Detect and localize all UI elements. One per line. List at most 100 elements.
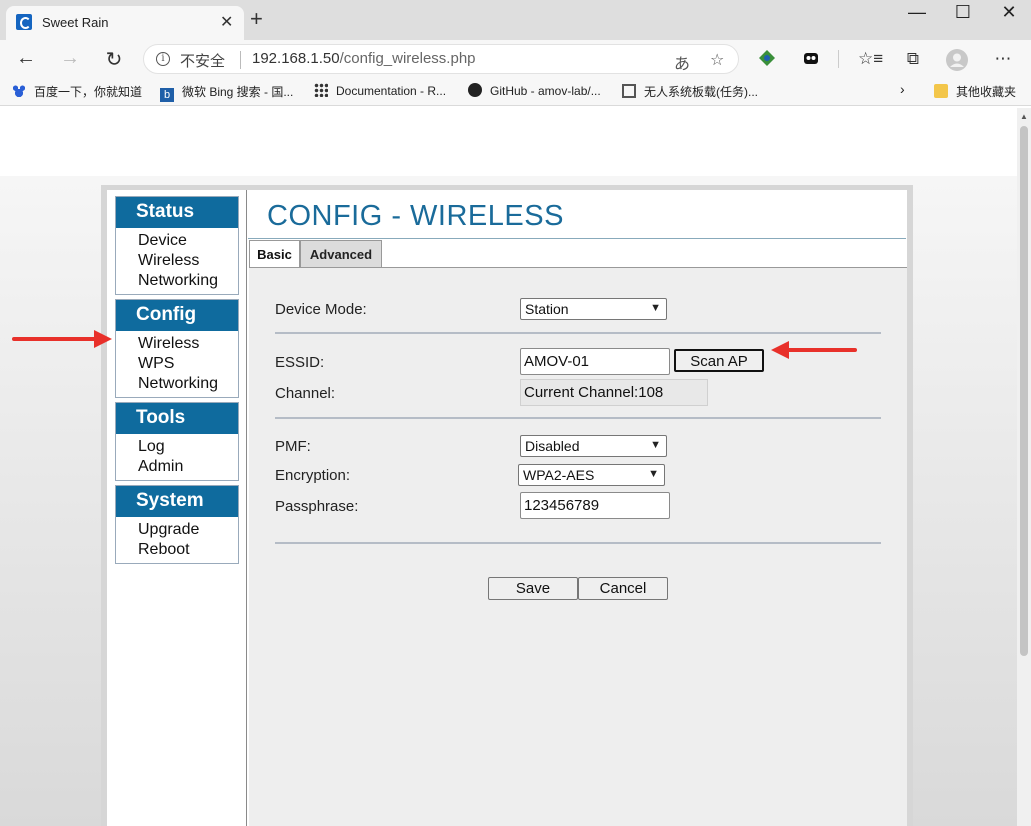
pmf-label: PMF: (275, 438, 311, 455)
essid-label: ESSID: (275, 354, 325, 371)
site-favicon-icon (16, 14, 32, 30)
pmf-value: Disabled (525, 438, 580, 454)
menu-item-reboot[interactable]: Reboot (138, 540, 238, 560)
info-icon[interactable]: i (156, 52, 170, 66)
bookmark-label: 百度一下，你就知道 (34, 85, 143, 99)
tab-title: Sweet Rain (42, 15, 109, 30)
close-window-button[interactable]: ✕ (994, 2, 1024, 23)
menu-item-device[interactable]: Device (138, 231, 238, 251)
encryption-value: WPA2-AES (523, 467, 595, 483)
bookmarks-overflow-chevron-icon[interactable]: › (900, 81, 905, 97)
folder-icon (934, 84, 948, 98)
bookmark-github[interactable]: GitHub - amov-lab/... (468, 83, 601, 98)
menu-item-config-wireless[interactable]: Wireless (138, 334, 238, 354)
device-mode-select[interactable]: Station ▼ (520, 298, 667, 320)
tab-strip: Sweet Rain ✕ + — ☐ ✕ (0, 0, 1031, 40)
channel-label: Channel: (275, 385, 336, 402)
sidebar-divider (246, 190, 247, 826)
url-host: 192.168.1.50 (252, 50, 340, 67)
passphrase-label: Passphrase: (275, 498, 359, 515)
translate-icon[interactable]: あ (674, 50, 690, 74)
refresh-icon[interactable]: ↻ (100, 47, 128, 72)
forward-icon[interactable]: → (56, 47, 84, 70)
menu-item-status-networking[interactable]: Networking (138, 271, 238, 291)
bing-icon: b (160, 88, 174, 102)
minimize-button[interactable]: — (902, 2, 932, 23)
back-icon[interactable]: ← (12, 47, 40, 70)
url-path: /config_wireless.php (339, 50, 476, 67)
menu-heading-config[interactable]: Config (116, 300, 238, 331)
pmf-select[interactable]: Disabled ▼ (520, 435, 667, 457)
page-scrollbar[interactable]: ▲ (1017, 108, 1031, 826)
more-icon[interactable]: ⋯ (992, 49, 1014, 69)
save-button[interactable]: Save (488, 577, 578, 600)
bookmark-label: 无人系统板载(任务)... (644, 85, 758, 99)
chevron-down-icon: ▼ (650, 302, 661, 314)
menu-system: System Upgrade Reboot (115, 485, 239, 564)
menu-config: Config Wireless WPS Networking (115, 299, 239, 398)
title-underline (248, 238, 906, 239)
maximize-button[interactable]: ☐ (948, 2, 978, 23)
web-page: Status Device Wireless Networking Config… (0, 108, 1017, 826)
bookmark-drone[interactable]: 无人系统板载(任务)... (622, 83, 758, 100)
passphrase-input[interactable]: 123456789 (520, 492, 670, 519)
scroll-thumb[interactable] (1020, 126, 1028, 656)
menu-item-admin[interactable]: Admin (138, 457, 238, 477)
chevron-down-icon: ▼ (648, 468, 659, 480)
new-tab-button[interactable]: + (250, 8, 263, 30)
profile-icon[interactable] (946, 49, 968, 71)
bookmark-label: 其他收藏夹 (956, 85, 1017, 99)
github-icon (468, 83, 482, 97)
channel-display: Current Channel:108 (520, 379, 708, 406)
bookmark-documentation[interactable]: Documentation - R... (314, 83, 446, 98)
menu-item-config-networking[interactable]: Networking (138, 374, 238, 394)
extension-icon[interactable] (756, 49, 778, 69)
tab-basic[interactable]: Basic (249, 240, 300, 267)
bookmarks-bar: 百度一下，你就知道 b 微软 Bing 搜索 - 国... Documentati… (0, 78, 1031, 106)
bookmark-other-favorites[interactable]: 其他收藏夹 (934, 83, 1016, 100)
menu-heading-status[interactable]: Status (116, 197, 238, 228)
address-bar[interactable]: i 不安全 192.168.1.50/config_wireless.php あ… (143, 44, 739, 74)
bookmark-label: GitHub - amov-lab/... (490, 84, 601, 98)
toolbar-divider (838, 50, 839, 68)
menu-item-upgrade[interactable]: Upgrade (138, 520, 238, 540)
tab-close-icon[interactable]: ✕ (220, 12, 233, 32)
encryption-select[interactable]: WPA2-AES ▼ (518, 464, 665, 486)
url-divider (240, 51, 241, 69)
scan-ap-button[interactable]: Scan AP (674, 349, 764, 372)
bookmark-bing[interactable]: b 微软 Bing 搜索 - 国... (160, 83, 293, 102)
scroll-up-arrow-icon[interactable]: ▲ (1020, 112, 1028, 121)
menu-tools: Tools Log Admin (115, 402, 239, 481)
annotation-arrow-scan-icon (771, 341, 857, 359)
config-frame: Status Device Wireless Networking Config… (107, 190, 907, 826)
essid-input[interactable]: AMOV-01 (520, 348, 670, 375)
bookmark-baidu[interactable]: 百度一下，你就知道 (12, 83, 142, 100)
document-icon (622, 84, 636, 98)
menu-item-wps[interactable]: WPS (138, 354, 238, 374)
browser-tab[interactable]: Sweet Rain ✕ (6, 6, 244, 40)
device-mode-value: Station (525, 301, 569, 317)
security-label: 不安全 (180, 53, 226, 70)
menu-item-log[interactable]: Log (138, 437, 238, 457)
bookmark-label: Documentation - R... (336, 84, 447, 98)
paw-icon (12, 84, 26, 98)
encryption-label: Encryption: (275, 467, 351, 484)
star-icon[interactable]: ☆ (710, 50, 724, 70)
section-divider (275, 332, 881, 334)
chevron-down-icon: ▼ (650, 439, 661, 451)
menu-heading-system[interactable]: System (116, 486, 238, 517)
favorites-icon[interactable]: ☆≡ (858, 49, 883, 69)
device-mode-label: Device Mode: (275, 301, 367, 318)
grid-dots-icon (314, 83, 328, 97)
page-title: CONFIG - WIRELESS (267, 200, 564, 232)
annotation-arrow-config-icon (12, 330, 112, 348)
tab-advanced[interactable]: Advanced (300, 240, 382, 267)
ghost-extension-icon[interactable] (800, 49, 822, 69)
menu-heading-tools[interactable]: Tools (116, 403, 238, 434)
section-divider (275, 542, 881, 544)
cancel-button[interactable]: Cancel (578, 577, 668, 600)
menu-item-status-wireless[interactable]: Wireless (138, 251, 238, 271)
toolbar: ← → ↻ i 不安全 192.168.1.50/config_wireless… (0, 40, 1031, 78)
collections-icon[interactable]: ⧉ (902, 49, 924, 69)
url-text[interactable]: 192.168.1.50/config_wireless.php (252, 50, 476, 67)
